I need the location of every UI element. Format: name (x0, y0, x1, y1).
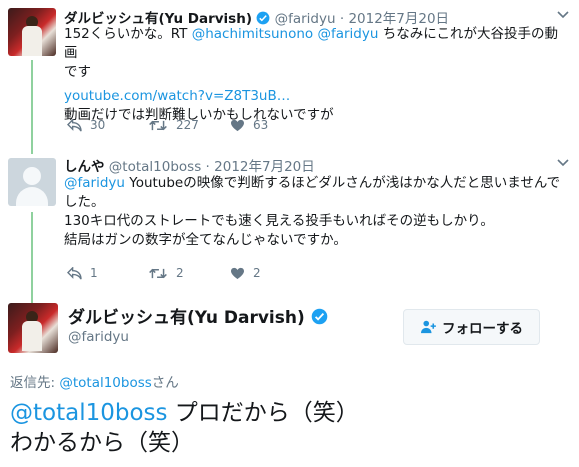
avatar[interactable] (8, 8, 56, 56)
tweet-line: した。 (64, 194, 105, 210)
tweet-text: 152くらいかな。RT @hachimitsunono @faridyu ちなみ… (64, 25, 567, 125)
avatar-body (22, 321, 42, 351)
reply-button[interactable]: 1 (67, 266, 98, 280)
main-user-name[interactable]: ダルビッシュ有(Yu Darvish) (68, 303, 328, 328)
heart-icon (231, 267, 244, 280)
retweet-count: 2 (176, 266, 184, 280)
user-name[interactable]: しんや (64, 159, 105, 175)
follow-person-icon (421, 320, 436, 334)
tweet-text: @faridyu Youtubeの映像で判断するほどダルさんが浅はかな人だと思い… (64, 174, 567, 250)
default-avatar-head (23, 167, 41, 185)
separator: · (205, 159, 210, 175)
tweet-line: 152くらいかな。RT @hachimitsunono @faridyu ちなみ… (64, 25, 567, 63)
retweet-count: 227 (176, 118, 199, 132)
tweet-1[interactable]: ダルビッシュ有(Yu Darvish) @faridyu · 2012年7月20… (0, 0, 579, 150)
tweet-header: しんや @total10boss · 2012年7月20日 (64, 155, 315, 175)
thread-connector (31, 144, 33, 154)
reply-count: 30 (90, 118, 106, 132)
like-button[interactable]: 2 (230, 266, 261, 280)
verified-badge-icon (311, 308, 327, 325)
follow-label: フォローする (442, 321, 523, 337)
caret-down-icon[interactable] (557, 156, 569, 170)
like-count: 2 (253, 266, 261, 280)
reply-button[interactable]: 30 (67, 118, 105, 132)
mention-link[interactable]: @hachimitsunono (192, 26, 313, 42)
retweet-button[interactable]: 2 (148, 266, 184, 280)
tweet-line: 動画だけでは判断難しいかもしれないですが (64, 107, 334, 123)
retweet-icon (149, 268, 167, 279)
tweet-line: わかるから（笑） (10, 430, 194, 456)
reply-to-line: 返信先: @total10bossさん (10, 371, 179, 391)
mention-link[interactable]: @faridyu (64, 175, 125, 191)
tweet-line: 130キロ代のストレートでも速く見える投手もいればその逆もしかり。 (64, 213, 494, 229)
reply-suffix: さん (151, 375, 179, 391)
avatar-body (22, 26, 42, 56)
tweet-line: です (64, 64, 91, 80)
user-handle[interactable]: @total10boss (109, 159, 201, 175)
verified-badge-icon (256, 11, 270, 25)
mention-link[interactable]: @total10boss (10, 400, 168, 426)
tweet-line: 結局はガンの数字が全てなんじゃないですか。 (64, 232, 347, 248)
avatar[interactable] (8, 158, 56, 206)
follow-button[interactable]: フォローする (403, 309, 540, 345)
tweet-2[interactable]: しんや @total10boss · 2012年7月20日 @faridyu Y… (0, 144, 579, 304)
tweet-date[interactable]: 2012年7月20日 (214, 159, 315, 175)
reply-icon (67, 118, 82, 132)
default-avatar-body (16, 187, 48, 206)
reply-to-handle[interactable]: @total10boss (59, 375, 151, 391)
user-name[interactable]: ダルビッシュ有(Yu Darvish) (68, 308, 305, 328)
retweet-icon (149, 120, 167, 131)
thread-connector (31, 212, 33, 304)
avatar[interactable] (8, 303, 58, 353)
youtube-link[interactable]: youtube.com/watch?v=Z8T3uB… (64, 87, 567, 106)
reply-icon (67, 266, 82, 280)
tweet-header: ダルビッシュ有(Yu Darvish) @faridyu · 2012年7月20… (64, 7, 449, 27)
tweet-line: @faridyu Youtubeの映像で判断するほどダルさんが浅はかな人だと思い… (64, 174, 567, 193)
text-segment: プロだから（笑） (167, 400, 359, 426)
heart-icon (231, 119, 244, 132)
text-segment: Youtubeの映像で判断するほどダルさんが浅はかな人だと思いませんで (124, 175, 561, 191)
retweet-button[interactable]: 227 (148, 118, 199, 132)
thread-connector (31, 60, 33, 150)
reply-prefix: 返信先: (10, 375, 60, 391)
like-count: 63 (253, 118, 269, 132)
main-user-handle[interactable]: @faridyu (68, 329, 129, 345)
mention-link[interactable]: @faridyu (317, 26, 378, 42)
main-tweet-text: @total10boss プロだから（笑） わかるから（笑） (10, 398, 359, 458)
reply-count: 1 (90, 266, 98, 280)
like-button[interactable]: 63 (230, 118, 268, 132)
tweet-line: @total10boss プロだから（笑） (10, 398, 359, 428)
text-segment: 152くらいかな。RT (64, 26, 192, 42)
caret-down-icon[interactable] (557, 8, 569, 22)
